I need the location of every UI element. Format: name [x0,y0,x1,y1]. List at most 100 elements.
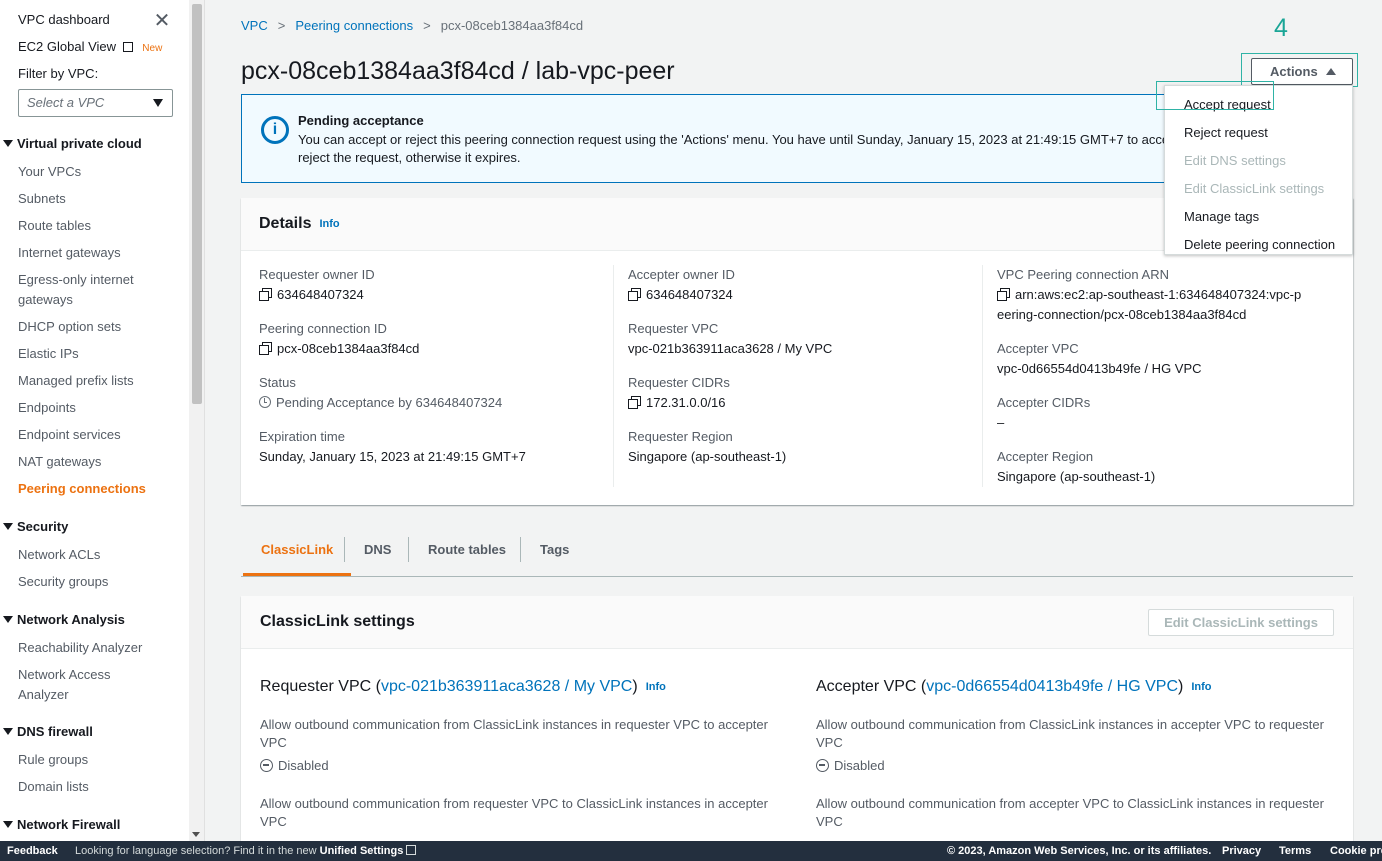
heading-suffix: ) [1178,678,1184,695]
sidebar-item-egress-only-internet-gateways[interactable]: Egress-only internet gateways [18,270,148,310]
disabled-text: Disabled [834,758,885,773]
accepter-info-link[interactable]: Info [1191,681,1211,693]
heading-suffix: ) [632,678,638,695]
field-peering-id: Peering connection ID pcx-08ceb1384aa3f8… [259,319,614,359]
caret-down-icon [3,616,13,623]
sidebar-item-peering-connections[interactable]: Peering connections [18,479,178,499]
footer-privacy-link[interactable]: Privacy [1222,841,1261,861]
language-notice-text: Looking for language selection? Find it … [75,845,317,857]
footer-cookie-link[interactable]: Cookie pre [1330,841,1382,861]
section-network-firewall[interactable]: Network Firewall [3,815,120,835]
accepter-vpc-heading: Accepter VPC (vpc-0d66554d0413b49fe / HG… [816,676,1336,698]
footer: Feedback Looking for language selection?… [0,841,1382,861]
field-peering-arn: VPC Peering connection ARN arn:aws:ec2:a… [997,265,1337,325]
column-divider [982,265,983,487]
section-virtual-private-cloud[interactable]: Virtual private cloud [3,134,142,154]
menu-item-delete-peering-connection[interactable]: Delete peering connection [1165,231,1352,259]
alert-title: Pending acceptance [298,113,424,128]
copy-icon[interactable] [259,288,272,301]
requester-vpc-link[interactable]: vpc-021b363911aca3628 / My VPC [628,339,983,359]
requester-vpc-heading-link[interactable]: vpc-021b363911aca3628 / My VPC [381,678,632,695]
sidebar-item-elastic-ips[interactable]: Elastic IPs [18,344,178,364]
tab-dns[interactable]: DNS [346,533,409,576]
field-requester-vpc: Requester VPC vpc-021b363911aca3628 / My… [628,319,983,359]
copy-icon[interactable] [628,288,641,301]
sidebar-scrollbar[interactable] [189,0,205,841]
caret-down-icon [3,821,13,828]
sidebar-item-dhcp-option-sets[interactable]: DHCP option sets [18,317,178,337]
scrollbar-thumb[interactable] [192,4,202,404]
footer-terms-link[interactable]: Terms [1279,841,1311,861]
sidebar-item-endpoint-services[interactable]: Endpoint services [18,425,178,445]
breadcrumb-vpc[interactable]: VPC [241,18,268,33]
section-security[interactable]: Security [3,517,68,537]
actions-label: Actions [1270,64,1318,79]
footer-language-notice: Looking for language selection? Find it … [75,841,417,861]
requester-vpc-heading: Requester VPC (vpc-021b363911aca3628 / M… [260,676,780,698]
sidebar-item-rule-groups[interactable]: Rule groups [18,750,178,770]
field-label: Peering connection ID [259,321,387,336]
chevron-right-icon: > [423,18,431,33]
field-value: – [997,415,1005,430]
sidebar-item-ec2-global-view[interactable]: EC2 Global View New [18,37,162,59]
edit-classiclink-button: Edit ClassicLink settings [1148,609,1334,636]
sidebar-item-managed-prefix-lists[interactable]: Managed prefix lists [18,371,178,391]
sidebar-item-internet-gateways[interactable]: Internet gateways [18,243,178,263]
field-expiration: Expiration time Sunday, January 15, 2023… [259,427,614,467]
field-label: Status [259,375,296,390]
unified-settings-link[interactable]: Unified Settings [320,845,404,857]
field-requester-owner: Requester owner ID 634648407324 [259,265,614,305]
tab-tags[interactable]: Tags [522,533,587,576]
sidebar-item-nat-gateways[interactable]: NAT gateways [18,452,178,472]
pending-clock-icon [259,396,271,408]
field-status: Status Pending Acceptance by 63464840732… [259,373,614,413]
heading-prefix: Accepter VPC ( [816,678,927,695]
section-label: Virtual private cloud [17,136,142,151]
details-info-link[interactable]: Info [319,218,339,230]
disabled-icon [816,759,829,772]
field-label: VPC Peering connection ARN [997,267,1169,282]
page-title: pcx-08ceb1384aa3f84cd / lab-vpc-peer [241,57,675,85]
copy-icon[interactable] [628,396,641,409]
annotation-highlight-accept [1156,81,1274,110]
setting-label: Allow outbound communication from Classi… [260,717,768,750]
sidebar-item-domain-lists[interactable]: Domain lists [18,777,178,797]
field-value: arn:aws:ec2:ap-southeast-1:634648407324:… [997,287,1302,322]
actions-menu: Accept request Reject request Edit DNS s… [1164,85,1353,255]
field-value: Singapore (ap-southeast-1) [628,449,787,464]
sidebar-item-endpoints[interactable]: Endpoints [18,398,178,418]
tab-divider [408,537,409,562]
menu-item-reject-request[interactable]: Reject request [1165,119,1352,147]
breadcrumb-peering-connections[interactable]: Peering connections [295,18,413,33]
sidebar-item-network-acls[interactable]: Network ACLs [18,545,178,565]
menu-item-manage-tags[interactable]: Manage tags [1165,203,1352,231]
tab-classiclink[interactable]: ClassicLink [243,533,352,576]
sidebar-item-subnets[interactable]: Subnets [18,189,178,209]
section-label: Security [17,519,69,534]
sidebar-item-network-access-analyzer[interactable]: Network Access Analyzer [18,665,128,705]
copy-icon[interactable] [259,342,272,355]
footer-feedback-link[interactable]: Feedback [7,841,58,861]
field-label: Requester VPC [628,321,719,336]
sidebar-item-your-vpcs[interactable]: Your VPCs [18,162,178,182]
sidebar-item-route-tables[interactable]: Route tables [18,216,178,236]
section-dns-firewall[interactable]: DNS firewall [3,722,93,742]
sidebar-item-reachability-analyzer[interactable]: Reachability Analyzer [18,638,178,658]
close-icon[interactable]: ✕ [153,11,171,31]
accepter-vpc-heading-link[interactable]: vpc-0d66554d0413b49fe / HG VPC [926,678,1178,695]
sidebar-title[interactable]: VPC dashboard [18,10,110,30]
tab-route-tables[interactable]: Route tables [410,533,524,576]
vpc-filter-select[interactable]: Select a VPC [18,89,173,117]
details-title-text: Details [259,215,312,232]
field-value: 634648407324 [277,287,364,302]
field-label: Accepter CIDRs [997,395,1091,410]
copy-icon[interactable] [997,288,1010,301]
chevron-right-icon: > [277,18,286,33]
classiclink-header: ClassicLink settings Edit ClassicLink se… [241,596,1353,649]
accepter-vpc-link[interactable]: vpc-0d66554d0413b49fe / HG VPC [997,359,1337,379]
caret-down-icon [3,140,13,147]
scroll-down-arrow-icon[interactable] [192,832,200,837]
section-network-analysis[interactable]: Network Analysis [3,610,125,630]
sidebar-item-security-groups[interactable]: Security groups [18,572,178,592]
requester-info-link[interactable]: Info [646,681,666,693]
